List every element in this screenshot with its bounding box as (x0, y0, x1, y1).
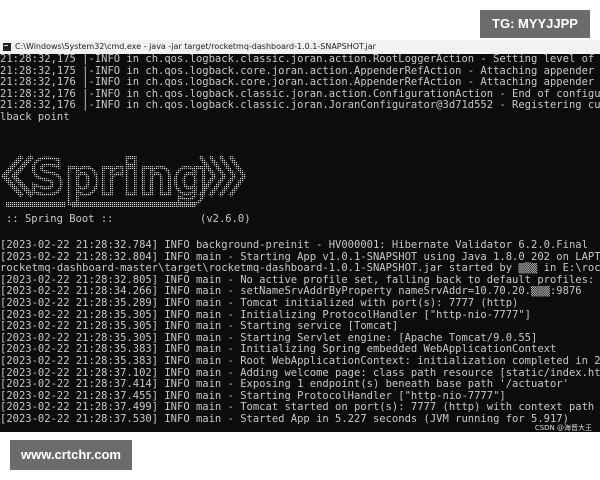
window-title: C:\Windows\System32\cmd.exe - java -jar … (15, 42, 376, 51)
log-line: rocketmq-dashboard-master\target\rocketm… (0, 263, 600, 275)
log-main: [2023-02-22 21:28:32.784] INFO backgroun… (0, 240, 600, 426)
log-line: [2023-02-22 21:28:37.414] INFO main - Ex… (0, 379, 569, 391)
site-watermark: www.crtchr.com (10, 440, 132, 470)
csdn-watermark: CSDN @海晋大王 (534, 424, 592, 432)
cmd-window: C:\Windows\System32\cmd.exe - java -jar … (0, 40, 600, 432)
log-line: [2023-02-22 21:28:37.102] INFO main - Ad… (0, 367, 600, 379)
log-line: [2023-02-22 21:28:35.289] INFO main - To… (0, 297, 519, 309)
log-line: 21:28:32,176 |-INFO in ch.qos.logback.cl… (0, 100, 600, 112)
log-line: [2023-02-22 21:28:35.305] INFO main - In… (0, 309, 532, 321)
spring-boot-version: (v2.6.0) (200, 213, 251, 225)
log-line: [2023-02-22 21:28:32.784] INFO backgroun… (0, 240, 588, 251)
banner-left-chevrons (0, 154, 34, 198)
banner-word: Spring (30, 150, 208, 206)
log-line: 21:28:32,175 |-INFO in ch.qos.logback.co… (0, 65, 600, 77)
log-line: [2023-02-22 21:28:37.499] INFO main - To… (0, 402, 600, 414)
log-line: [2023-02-22 21:28:37.530] INFO main - St… (0, 413, 569, 425)
log-line: [2023-02-22 21:28:35.305] INFO main - St… (0, 321, 399, 333)
spring-banner: Spring :: Spring Boot :: (v2.6.0) (0, 150, 251, 225)
log-line: [2023-02-22 21:28:35.383] INFO main - Ro… (0, 355, 600, 367)
log-top: 21:28:32,175 |-INFO in ch.qos.logback.cl… (0, 54, 600, 124)
log-line: [2023-02-22 21:28:32.805] INFO main - No… (0, 274, 600, 286)
cmd-icon (3, 43, 11, 51)
log-line: lback point (0, 111, 70, 123)
log-line: [2023-02-22 21:28:35.383] INFO main - In… (0, 344, 557, 356)
log-line: [2023-02-22 21:28:32.804] INFO main - St… (0, 251, 600, 263)
log-line: [2023-02-22 21:28:37.455] INFO main - St… (0, 390, 506, 402)
banner-underline (6, 202, 196, 207)
log-line: 21:28:32,175 |-INFO in ch.qos.logback.cl… (0, 54, 600, 65)
tg-watermark: TG: MYYJJPP (480, 10, 590, 38)
spring-boot-label: :: Spring Boot :: (6, 213, 113, 225)
log-line: [2023-02-22 21:28:34.266] INFO main - se… (0, 286, 582, 298)
log-line: [2023-02-22 21:28:35.305] INFO main - St… (0, 332, 538, 344)
log-line: 21:28:32,176 |-INFO in ch.qos.logback.cl… (0, 88, 600, 100)
console-output[interactable]: 21:28:32,175 |-INFO in ch.qos.logback.cl… (0, 54, 600, 432)
log-line: 21:28:32,176 |-INFO in ch.qos.logback.co… (0, 77, 600, 89)
title-bar[interactable]: C:\Windows\System32\cmd.exe - java -jar … (0, 40, 600, 54)
